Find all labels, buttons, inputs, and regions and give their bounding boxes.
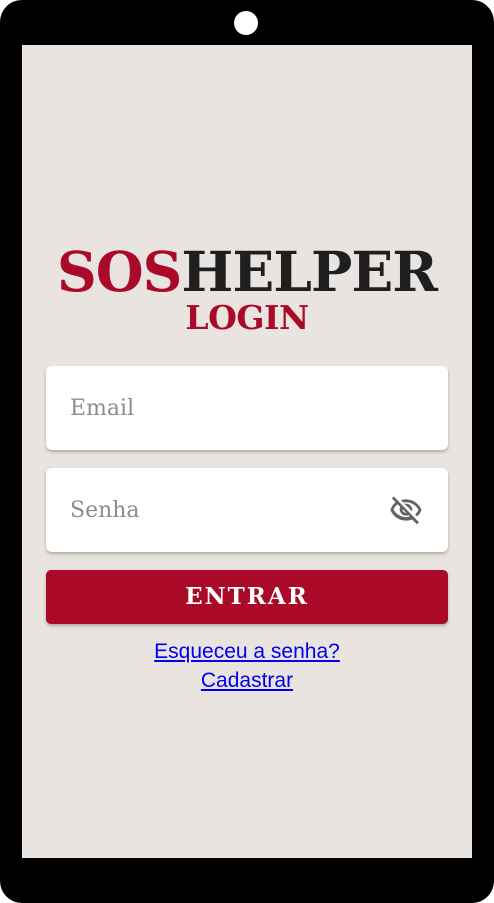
login-screen: SOSHELPER LOGIN ENTRAR Esqueceu a senha?…: [22, 45, 472, 858]
password-field[interactable]: [70, 489, 370, 531]
page-title: LOGIN: [185, 298, 309, 337]
email-field[interactable]: [70, 387, 370, 429]
login-button[interactable]: ENTRAR: [46, 570, 448, 624]
forgot-password-link[interactable]: Esqueceu a senha?: [22, 638, 472, 666]
camera-dot: [234, 11, 258, 35]
app-logo: SOSHELPER: [22, 241, 472, 303]
eye-off-icon[interactable]: [388, 492, 424, 528]
register-link[interactable]: Cadastrar: [22, 667, 472, 695]
logo-sos: SOS: [57, 239, 182, 304]
password-field-container: [46, 468, 448, 552]
email-field-container: [46, 366, 448, 450]
logo-helper: HELPER: [181, 239, 438, 304]
phone-frame: SOSHELPER LOGIN ENTRAR Esqueceu a senha?…: [0, 0, 494, 903]
